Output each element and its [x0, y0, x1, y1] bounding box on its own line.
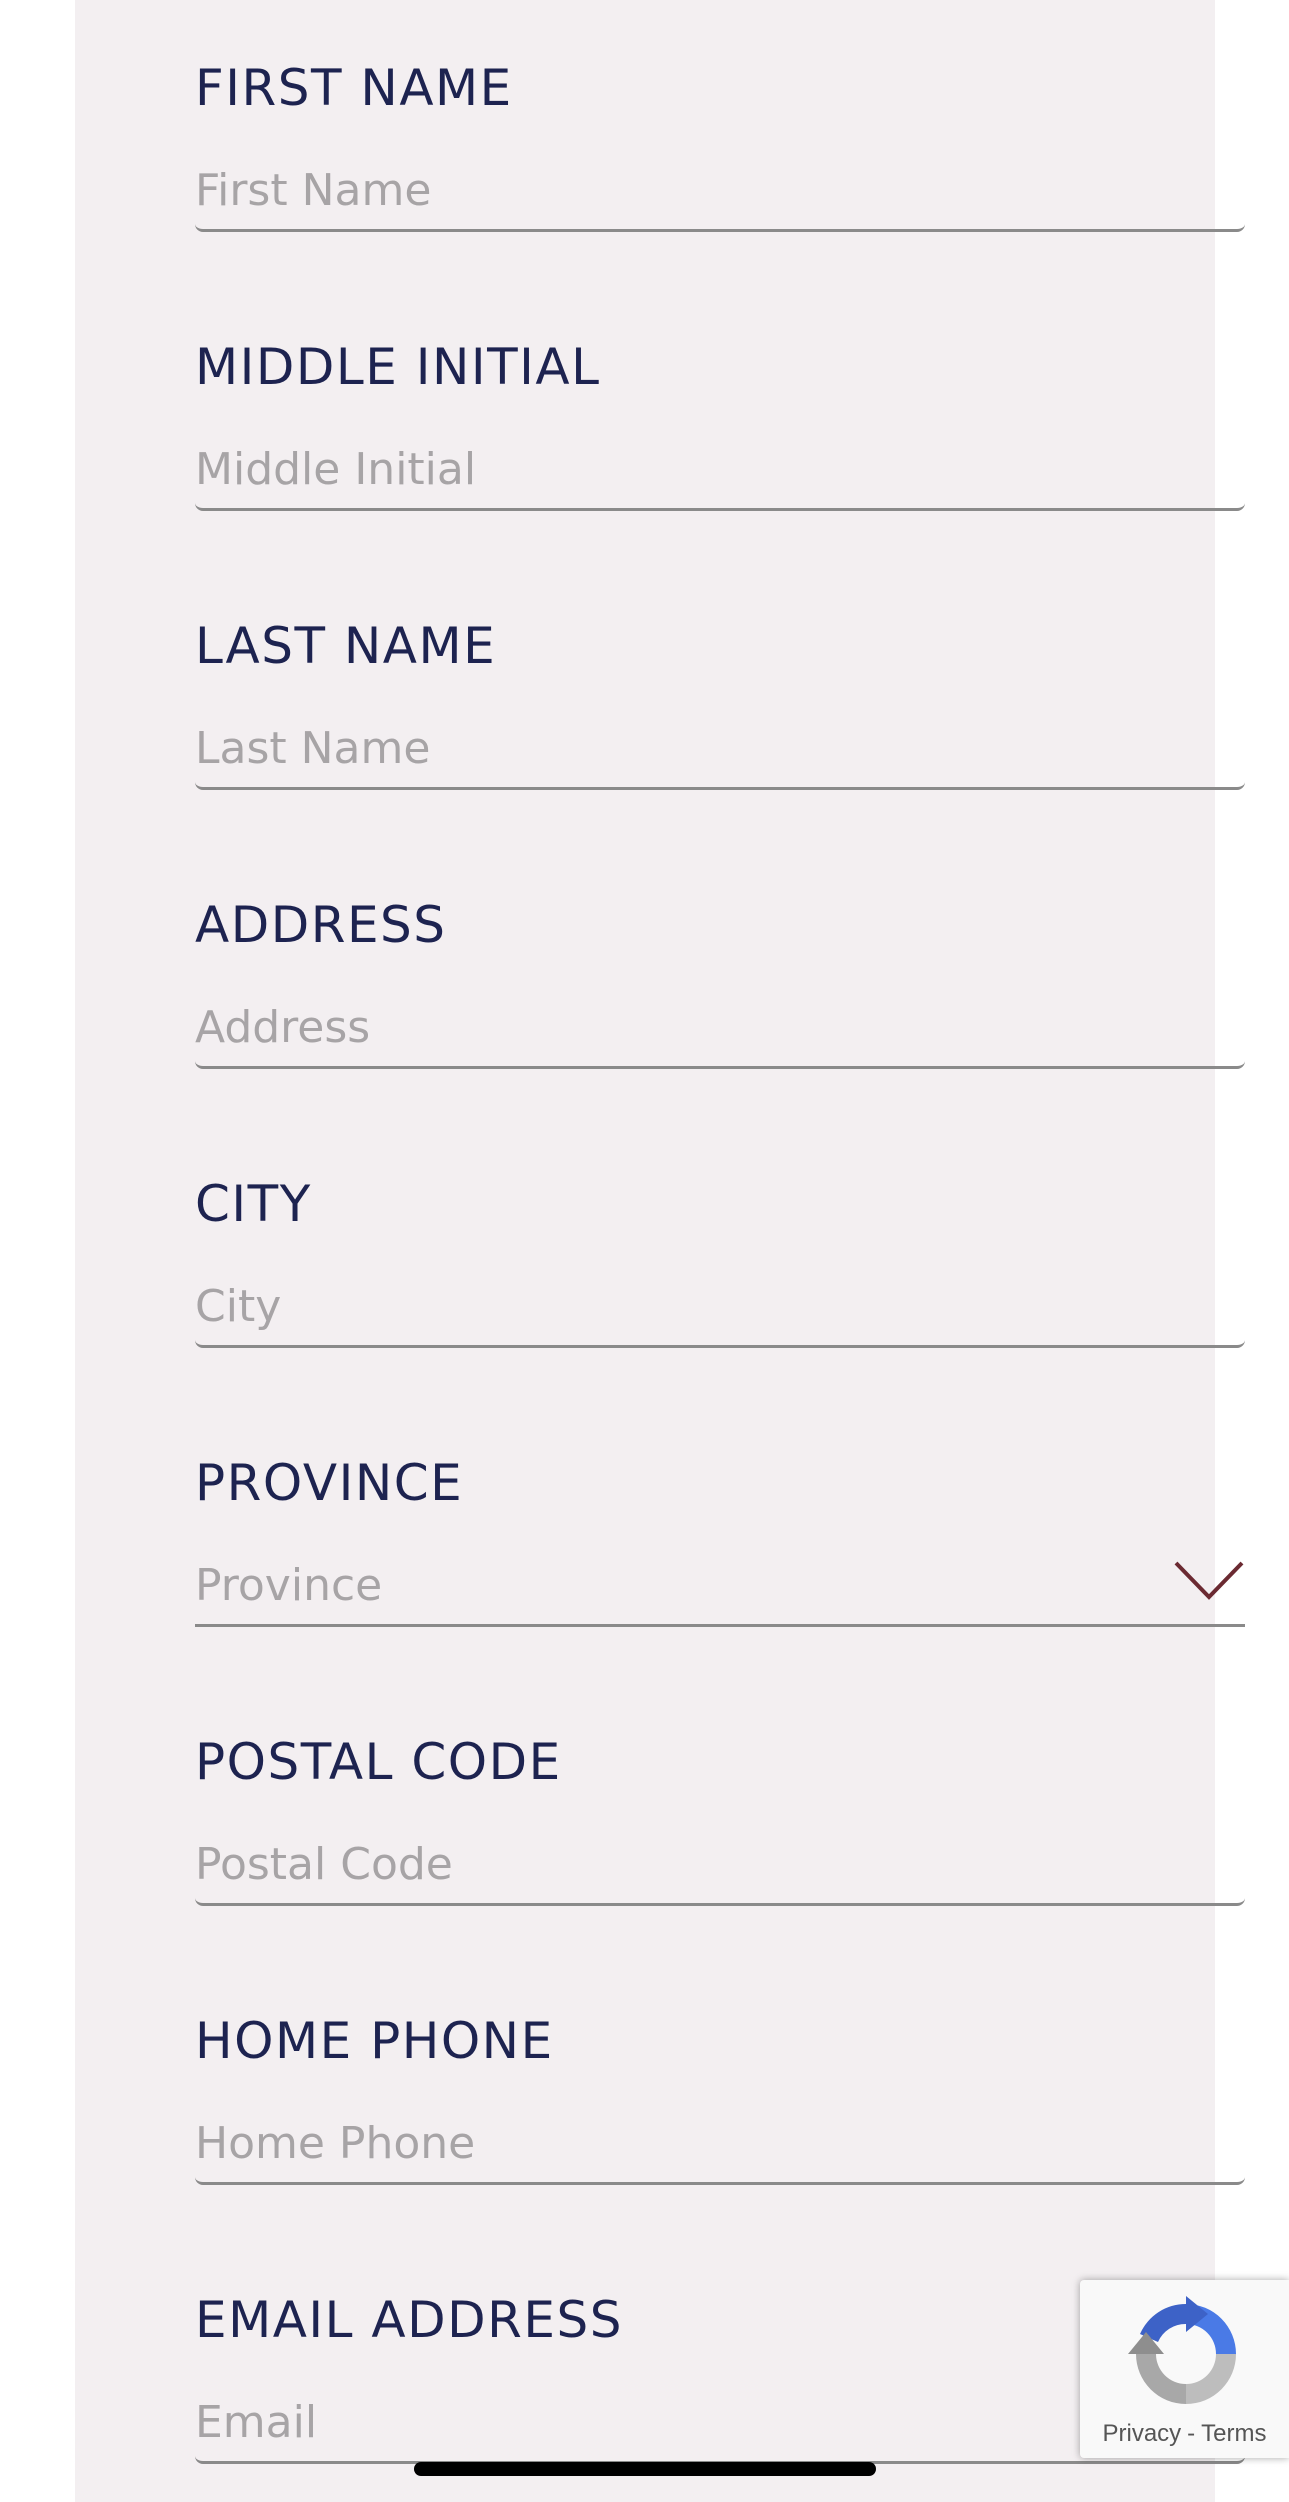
city-input[interactable] — [195, 1268, 1245, 1348]
recaptcha-badge[interactable]: Privacy - Terms — [1080, 2280, 1289, 2458]
recaptcha-links: Privacy - Terms — [1080, 2420, 1289, 2448]
city-label: CITY — [195, 1175, 312, 1233]
postal-code-input[interactable] — [195, 1826, 1245, 1906]
home-indicator — [414, 2462, 876, 2476]
province-select-value: Province — [195, 1560, 383, 1611]
last-name-input[interactable] — [195, 710, 1245, 790]
link-separator: - — [1187, 2420, 1196, 2447]
last-name-label: LAST NAME — [195, 617, 497, 675]
province-label: PROVINCE — [195, 1454, 464, 1512]
email-label: EMAIL ADDRESS — [195, 2291, 623, 2349]
province-select[interactable]: Province — [195, 1547, 1245, 1627]
privacy-link[interactable]: Privacy — [1102, 2420, 1181, 2447]
postal-code-label: POSTAL CODE — [195, 1733, 562, 1791]
address-label: ADDRESS — [195, 896, 447, 954]
terms-link[interactable]: Terms — [1201, 2420, 1266, 2447]
recaptcha-icon — [1128, 2296, 1236, 2404]
address-input[interactable] — [195, 989, 1245, 1069]
home-phone-label: HOME PHONE — [195, 2012, 554, 2070]
middle-initial-input[interactable] — [195, 431, 1245, 511]
first-name-input[interactable] — [195, 152, 1245, 232]
first-name-label: FIRST NAME — [195, 59, 513, 117]
form-panel: FIRST NAME MIDDLE INITIAL LAST NAME ADDR… — [75, 0, 1245, 2502]
middle-initial-label: MIDDLE INITIAL — [195, 338, 601, 396]
page: FIRST NAME MIDDLE INITIAL LAST NAME ADDR… — [0, 0, 1289, 2502]
chevron-down-icon — [1174, 1561, 1244, 1600]
home-phone-input[interactable] — [195, 2105, 1245, 2185]
